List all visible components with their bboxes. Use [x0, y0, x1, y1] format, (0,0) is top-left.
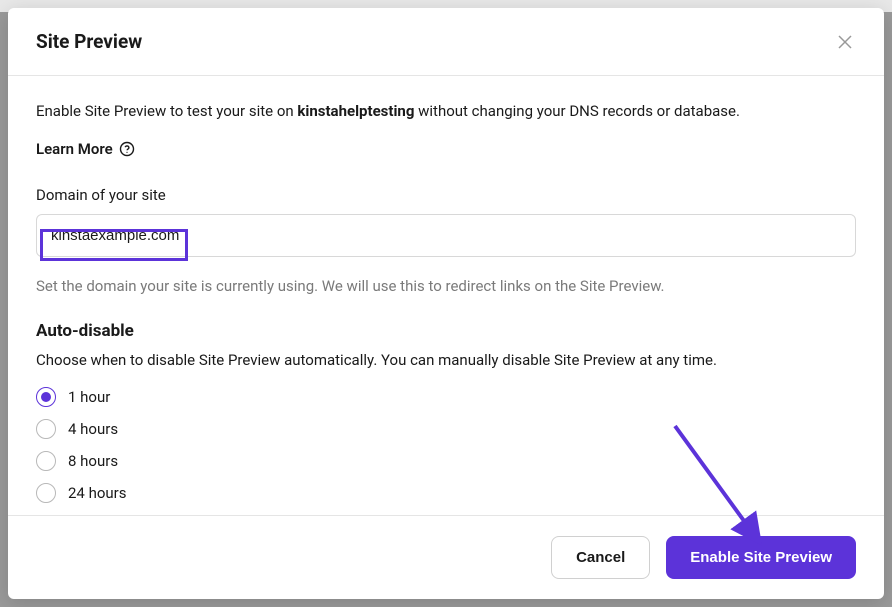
radio-label: 1 hour	[68, 388, 110, 406]
enable-site-preview-button[interactable]: Enable Site Preview	[666, 536, 856, 579]
modal-title: Site Preview	[36, 30, 142, 53]
close-button[interactable]	[834, 31, 856, 53]
description-prefix: Enable Site Preview to test your site on	[36, 102, 297, 120]
radio-indicator	[36, 483, 56, 503]
domain-helper-text: Set the domain your site is currently us…	[36, 277, 856, 295]
auto-disable-description: Choose when to disable Site Preview auto…	[36, 351, 856, 369]
site-preview-modal: Site Preview Enable Site Preview to test…	[8, 8, 884, 599]
radio-option-24-hours[interactable]: 24 hours	[36, 483, 856, 503]
description-suffix: without changing your DNS records or dat…	[414, 102, 740, 120]
radio-dot-icon	[41, 392, 51, 402]
learn-more-label: Learn More	[36, 140, 113, 158]
modal-description: Enable Site Preview to test your site on…	[36, 100, 856, 123]
radio-option-8-hours[interactable]: 8 hours	[36, 451, 856, 471]
radio-option-4-hours[interactable]: 4 hours	[36, 419, 856, 439]
domain-field-label: Domain of your site	[36, 186, 856, 204]
modal-body: Enable Site Preview to test your site on…	[8, 76, 884, 515]
help-circle-icon	[119, 141, 135, 157]
radio-indicator	[36, 387, 56, 407]
modal-header: Site Preview	[8, 8, 884, 76]
auto-disable-options: 1 hour 4 hours 8 hours 24 hours	[36, 387, 856, 503]
close-icon	[838, 35, 852, 49]
cancel-button[interactable]: Cancel	[551, 536, 650, 579]
radio-indicator	[36, 419, 56, 439]
radio-label: 4 hours	[68, 420, 118, 438]
modal-footer: Cancel Enable Site Preview	[8, 515, 884, 599]
radio-option-1-hour[interactable]: 1 hour	[36, 387, 856, 407]
radio-label: 8 hours	[68, 452, 118, 470]
auto-disable-title: Auto-disable	[36, 321, 856, 341]
radio-label: 24 hours	[68, 484, 127, 502]
domain-input[interactable]	[36, 214, 856, 257]
learn-more-link[interactable]: Learn More	[36, 140, 135, 158]
domain-field-group: Domain of your site Set the domain your …	[36, 186, 856, 295]
radio-indicator	[36, 451, 56, 471]
description-site-name: kinstahelptesting	[297, 102, 414, 120]
